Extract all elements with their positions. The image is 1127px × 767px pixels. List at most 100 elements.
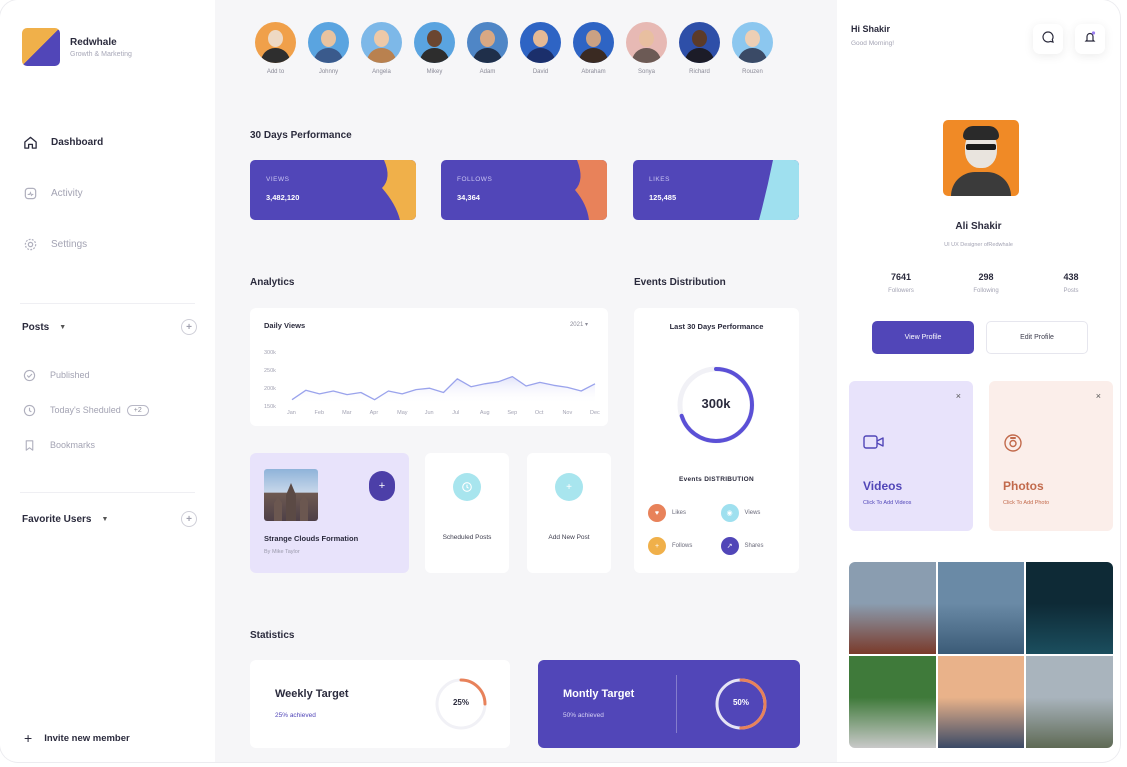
caret-down-icon: ▼ [59,323,67,331]
profile-role: UI UX Designer ofRedwhale [944,242,1013,248]
posts-item-published[interactable]: Published [22,366,149,384]
invite-member-button[interactable]: + Invite new member [24,730,130,746]
add-new-post-card[interactable]: + Add New Post [527,453,611,573]
stat-following: 298 Following [956,272,1016,294]
nav-item-activity[interactable]: Activity [22,183,103,203]
monthly-separator [676,675,677,733]
posts-item-bookmarks[interactable]: Bookmarks [22,436,149,454]
x-tick-label: Jul [452,410,459,416]
brand-logo [22,28,60,66]
perf-value: 125,485 [649,193,677,202]
posts-item-scheduled[interactable]: Today's Sheduled +2 [22,401,149,419]
edit-profile-button[interactable]: Edit Profile [986,321,1088,354]
gallery-photo[interactable] [937,562,1025,654]
photos-card[interactable]: × Photos Click To Add Photo [989,381,1113,531]
brand-subtitle: Growth & Marketing [70,50,132,58]
user-avatar-item[interactable]: Richard [673,22,726,75]
chat-icon [1041,30,1055,49]
greeting: Hi Shakir Good Morning! [851,24,894,47]
x-tick-label: Apr [370,410,379,416]
add-favorite-user-button[interactable]: + [181,511,197,527]
profile-stats: 7641 Followers 298 Following 438 Posts [871,272,1101,294]
featured-post-card[interactable]: + Strange Clouds Formation By Mike Taylo… [250,453,409,573]
view-profile-button[interactable]: View Profile [872,321,974,354]
avatar-head [586,30,601,47]
nav-item-dashboard[interactable]: Dashboard [22,132,103,152]
nav-item-settings[interactable]: Settings [22,234,103,254]
post-title: Strange Clouds Formation [264,534,359,543]
nav-label: Dashboard [51,136,104,148]
x-tick-label: Nov [562,410,572,416]
video-camera-icon [863,433,885,456]
user-avatar-item[interactable]: Add to [249,22,302,75]
x-tick-label: Aug [480,410,490,416]
profile-photo[interactable] [943,120,1019,196]
perf-value: 34,364 [457,193,480,202]
gallery-photo[interactable] [1026,656,1113,748]
user-avatar-item[interactable]: Rouzen [726,22,779,75]
avatar-name: Angela [372,69,391,75]
avatar-name: Johnny [318,69,339,75]
events-ring: 300k [671,360,761,450]
videos-card[interactable]: × Videos Click To Add Videos [849,381,973,531]
perf-accent-shape [575,160,607,220]
user-avatar-item[interactable]: Angela [355,22,408,75]
user-avatar-item[interactable]: Mikey [408,22,461,75]
stat-label: Followers [888,288,914,294]
user-avatar-item[interactable]: Sonya [620,22,673,75]
favorite-users-header[interactable]: Favorite Users ▼ + [22,511,197,527]
perf-accent-shape [382,160,416,220]
sidebar: Redwhale Growth & Marketing Dashboard Ac… [0,0,215,762]
x-tick-label: Jan [287,410,296,416]
statistics-title: Statistics [250,630,295,641]
legend-dot-icon: ↗ [720,537,739,555]
chat-button[interactable] [1033,24,1063,54]
add-to-post-button[interactable]: + [369,471,395,501]
monthly-target-card[interactable]: Montly Target 50% achieved 50% [538,660,800,748]
add-post-category-button[interactable]: + [181,319,197,335]
notifications-button[interactable] [1075,24,1105,54]
y-tick-label: 300k [264,350,276,356]
profile-name: Ali Shakir [955,221,1002,232]
x-tick-label: Sep [507,410,517,416]
gallery-photo[interactable] [1026,562,1113,654]
posts-section-title: Posts [22,321,50,333]
perf-card-views[interactable]: VIEWS 3,482,120 [250,160,416,220]
sidebar-divider [20,303,195,304]
weekly-target-card[interactable]: Weekly Target 25% achieved 25% [250,660,510,748]
avatar [308,22,349,63]
posts-section-header[interactable]: Posts ▼ + [22,319,197,335]
avatar-body [526,48,555,63]
home-icon [22,134,38,150]
gallery-photo[interactable] [849,562,936,654]
plus-icon: + [24,730,33,746]
avatar-head [745,30,760,47]
thumb-building [300,495,308,521]
user-avatar-item[interactable]: David [514,22,567,75]
avatar-head [268,30,283,47]
avatar-name: David [532,69,549,75]
user-avatar-item[interactable]: Adam [461,22,514,75]
legend-label: Shares [744,543,764,549]
stat-value: 438 [1063,272,1079,282]
photo-body [951,172,1011,196]
stat-value: 298 [978,272,994,282]
legend-item: ♥ Likes [648,504,721,522]
close-icon[interactable]: × [956,391,961,401]
close-icon[interactable]: × [1096,391,1101,401]
scheduled-posts-card[interactable]: Scheduled Posts [425,453,509,573]
user-avatar-item[interactable]: Abraham [567,22,620,75]
perf-accent-shape [759,160,799,220]
monthly-target-sub: 50% achieved [563,712,604,719]
posts-item-label: Published [50,370,90,380]
perf-card-likes[interactable]: LIKES 125,485 [633,160,799,220]
analytics-title: Analytics [250,277,295,288]
stat-posts: 438 Posts [1041,272,1101,294]
brand[interactable]: Redwhale Growth & Marketing [22,28,132,66]
gallery-photo[interactable] [937,656,1025,748]
add-new-post-label: Add New Post [548,534,590,541]
clock-icon [22,403,36,417]
user-avatar-item[interactable]: Johnny [302,22,355,75]
perf-card-follows[interactable]: FOLLOWS 34,364 [441,160,607,220]
gallery-photo[interactable] [849,656,936,748]
